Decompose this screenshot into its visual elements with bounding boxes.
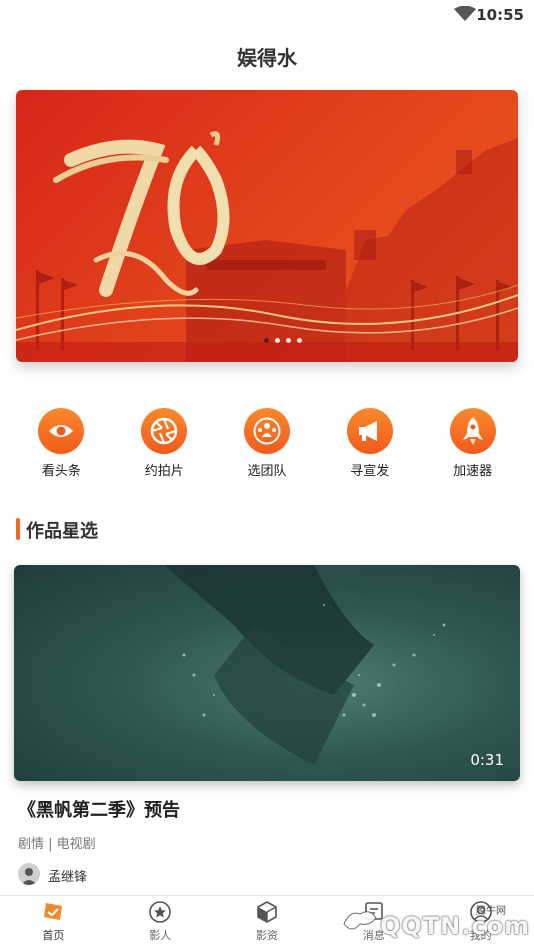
quick-item-promotion[interactable]: 寻宣发 [318, 408, 421, 479]
watermark: QQTN.com 腾牛网 [336, 900, 529, 946]
banner-dot[interactable] [275, 338, 280, 343]
banner-dot[interactable] [297, 338, 302, 343]
video-duration: 0:31 [470, 751, 504, 769]
status-time: 10:55 [476, 6, 524, 24]
watermark-text: QQTN.com [380, 912, 531, 940]
nav-item-talent[interactable]: 影人 [107, 896, 214, 949]
aperture-icon [141, 408, 188, 454]
quick-label: 看头条 [41, 464, 81, 479]
rocket-icon [449, 408, 496, 454]
quick-item-team[interactable]: 选团队 [216, 408, 319, 479]
team-icon [243, 408, 290, 454]
video-thumbnail[interactable]: 0:31 [14, 565, 520, 781]
cube-icon [257, 901, 277, 923]
quick-label: 选团队 [247, 464, 287, 479]
wifi-icon [454, 6, 476, 21]
section-title: 作品星选 [26, 521, 98, 542]
banner-pagination [264, 338, 302, 343]
app-title: 娱得水 [237, 46, 297, 70]
quick-label: 约拍片 [144, 464, 184, 479]
nav-item-resources[interactable]: 影资 [214, 896, 321, 949]
nav-label: 影人 [149, 929, 172, 942]
quick-item-accelerator[interactable]: 加速器 [421, 408, 524, 479]
banner-dot[interactable] [286, 338, 291, 343]
nav-label: 首页 [42, 929, 65, 942]
eye-icon [38, 408, 85, 454]
quick-label: 加速器 [453, 464, 493, 479]
video-meta: 剧情 | 电视剧 [18, 837, 96, 852]
video-title[interactable]: 《黑帆第二季》预告 [18, 796, 180, 822]
avatar[interactable] [18, 863, 40, 885]
quick-item-headlines[interactable]: 看头条 [10, 408, 113, 479]
watermark-cn: 腾牛网 [476, 906, 506, 917]
banner-dot[interactable] [264, 338, 269, 343]
video-artwork [164, 565, 446, 765]
home-icon [44, 903, 63, 920]
author-name[interactable]: 孟继锋 [48, 866, 87, 885]
quick-item-photoshoot[interactable]: 约拍片 [113, 408, 216, 479]
quick-label: 寻宣发 [350, 464, 390, 479]
status-bar: 10:55 [0, 0, 534, 30]
section-accent-bar [16, 518, 20, 540]
quick-menu: 看头条 约拍片 选团队 寻宣发 加速器 [10, 408, 524, 479]
watermark-logo [343, 911, 377, 930]
banner-carousel[interactable] [16, 90, 518, 362]
banner-artwork [16, 131, 518, 362]
nav-label: 影资 [255, 929, 278, 942]
megaphone-icon [346, 408, 393, 454]
nav-item-home[interactable]: 首页 [0, 896, 107, 949]
star-icon [149, 901, 171, 923]
